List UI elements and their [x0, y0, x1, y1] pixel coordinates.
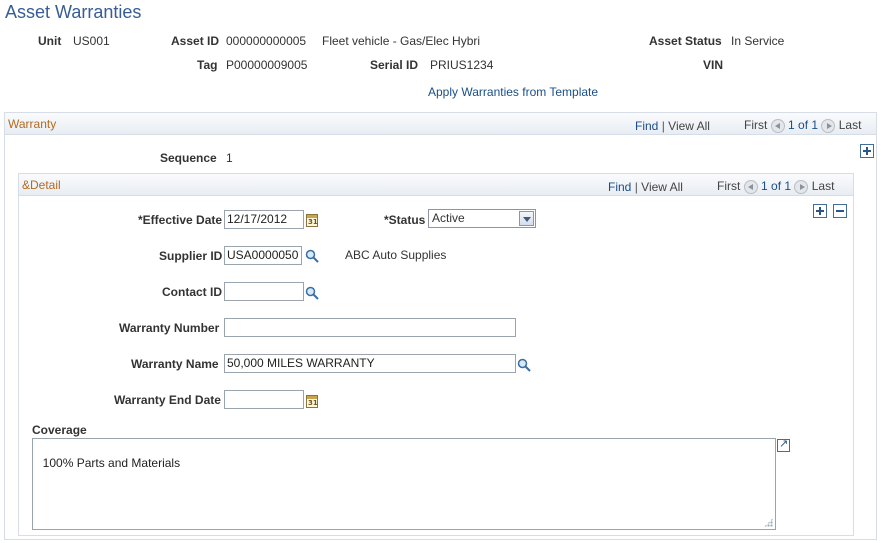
vin-label: VIN: [703, 58, 724, 72]
tag-label: Tag: [197, 58, 218, 72]
status-label: *Status: [384, 213, 426, 227]
delete-detail-button[interactable]: [833, 204, 847, 218]
supplier-id-label: Supplier ID: [159, 249, 223, 263]
warranty-first-link[interactable]: First: [744, 118, 767, 132]
asset-description: Fleet vehicle - Gas/Elec Hybri: [322, 34, 481, 48]
contact-id-field[interactable]: [224, 282, 304, 301]
apply-warranties-link[interactable]: Apply Warranties from Template: [428, 85, 598, 99]
warranty-group-header: Warranty Find | View All First 1 of 1 La…: [5, 113, 876, 135]
calendar-icon[interactable]: 31: [306, 214, 318, 227]
supplier-id-field[interactable]: USA0000050: [224, 246, 302, 265]
detail-view-all-link[interactable]: View All: [641, 180, 683, 194]
arrow-right-icon[interactable]: [794, 179, 809, 194]
asset-id-label: Asset ID: [171, 34, 220, 48]
detail-group-title: &Detail: [22, 178, 61, 192]
add-warranty-button[interactable]: [860, 144, 874, 158]
tag-value: P00000009005: [226, 58, 308, 72]
unit-label: Unit: [38, 34, 62, 48]
effective-date-field[interactable]: 12/17/2012: [224, 210, 304, 229]
status-select[interactable]: Active: [428, 209, 536, 228]
warranty-last-link[interactable]: Last: [839, 118, 862, 132]
coverage-textarea[interactable]: 100% Parts and Materials: [32, 438, 776, 530]
detail-first-link[interactable]: First: [717, 179, 740, 193]
sequence-label: Sequence: [160, 151, 217, 165]
detail-last-link[interactable]: Last: [812, 179, 835, 193]
warranty-number-field[interactable]: [224, 318, 516, 337]
unit-value: US001: [73, 34, 110, 48]
magnifier-icon[interactable]: [305, 286, 319, 300]
detail-separator: |: [634, 180, 638, 194]
warranty-name-label: Warranty Name: [131, 357, 219, 371]
asset-status-label: Asset Status: [649, 34, 722, 48]
asset-id-value: 000000000005: [226, 34, 307, 48]
coverage-text: 100% Parts and Materials: [42, 456, 181, 470]
resize-grip-icon[interactable]: [764, 518, 773, 527]
coverage-label: Coverage: [32, 423, 87, 437]
warranty-end-date-label: Warranty End Date: [114, 393, 221, 407]
serial-id-label: Serial ID: [370, 58, 419, 72]
calendar-icon[interactable]: 31: [306, 395, 318, 408]
detail-page-info: 1 of 1: [761, 179, 792, 193]
supplier-name: ABC Auto Supplies: [345, 248, 447, 262]
contact-id-label: Contact ID: [162, 285, 222, 299]
add-detail-button[interactable]: [813, 204, 827, 218]
magnifier-icon[interactable]: [305, 249, 319, 263]
arrow-left-icon[interactable]: [770, 118, 785, 133]
warranty-page-info: 1 of 1: [788, 118, 819, 132]
arrow-right-icon[interactable]: [821, 118, 836, 133]
expand-icon[interactable]: [777, 437, 790, 452]
arrow-left-icon[interactable]: [743, 179, 758, 194]
chevron-down-icon[interactable]: [519, 211, 534, 226]
warranty-group-title: Warranty: [8, 117, 57, 131]
status-selected-value: Active: [432, 211, 465, 225]
detail-find-link[interactable]: Find: [608, 180, 631, 194]
magnifier-icon[interactable]: [517, 358, 531, 372]
page-title: Asset Warranties: [5, 2, 142, 22]
warranty-separator: |: [661, 119, 665, 133]
warranty-view-all-link[interactable]: View All: [668, 119, 710, 133]
detail-group-header: &Detail Find | View All First 1 of 1 Las…: [19, 174, 853, 196]
warranty-end-date-field[interactable]: [224, 390, 304, 409]
warranty-number-label: Warranty Number: [119, 321, 220, 335]
effective-date-label: *Effective Date: [138, 213, 223, 227]
warranty-find-link[interactable]: Find: [635, 119, 658, 133]
asset-status-value: In Service: [731, 34, 785, 48]
warranty-name-field[interactable]: 50,000 MILES WARRANTY: [224, 354, 516, 373]
sequence-value: 1: [226, 151, 233, 165]
serial-id-value: PRIUS1234: [430, 58, 494, 72]
